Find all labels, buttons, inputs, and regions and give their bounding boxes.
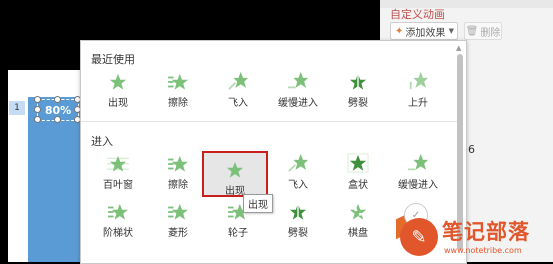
pane-title: 自定义动画: [390, 8, 445, 21]
effect-tooltip: 出现: [243, 194, 273, 213]
effect-enter-blinds[interactable]: 百叶窗: [89, 151, 147, 193]
effect-label: 擦除: [168, 180, 188, 191]
effect-recent-wipe[interactable]: 擦除: [149, 69, 207, 111]
effect-label: 菱形: [168, 228, 188, 239]
animation-list-number: 6: [468, 143, 475, 156]
star-fly-in-icon: [209, 69, 267, 91]
delete-icon: 🗑: [465, 25, 479, 37]
effect-label: 阶梯状: [103, 228, 133, 239]
effect-enter-split[interactable]: 劈裂: [269, 199, 327, 241]
effect-recent-crawl-in[interactable]: 缓慢进入: [269, 69, 327, 111]
star-diamond-icon: [149, 199, 207, 221]
effect-label: 轮子: [228, 228, 248, 239]
resize-handle[interactable]: [54, 96, 61, 103]
watermark-text: 笔记部落: [442, 220, 530, 244]
watermark: ✎ 笔记部落 www.notetribe.com: [400, 214, 553, 262]
resize-handle[interactable]: [54, 116, 61, 123]
add-effect-icon: ✦: [395, 25, 404, 37]
effect-label: 飞入: [288, 180, 308, 191]
scroll-up-icon[interactable]: ▲: [456, 44, 461, 52]
effect-label: 盒状: [348, 180, 368, 191]
add-effect-button[interactable]: ✦ 添加效果 ▼: [390, 22, 458, 40]
pen-logo-icon: ✎: [400, 218, 438, 256]
effect-label: 上升: [408, 98, 428, 109]
effect-label: 缓慢进入: [398, 180, 438, 191]
slide-number: 1: [9, 101, 25, 115]
recent-section-title: 最近使用: [91, 53, 135, 66]
star-appear-icon: [89, 69, 147, 91]
section-divider: [81, 121, 459, 122]
effect-enter-stairs[interactable]: 阶梯状: [89, 199, 147, 241]
effect-recent-appear[interactable]: 出现: [89, 69, 147, 111]
effect-label: 棋盘: [348, 228, 368, 239]
effect-enter-diamond[interactable]: 菱形: [149, 199, 207, 241]
star-stairs-icon: [89, 199, 147, 221]
effect-recent-split[interactable]: 劈裂: [329, 69, 387, 111]
rotate-handle-icon[interactable]: ⟳: [52, 73, 60, 84]
star-wipe-icon: [149, 69, 207, 91]
add-effect-label: 添加效果: [405, 27, 446, 39]
delete-button[interactable]: 🗑 删除: [464, 22, 502, 40]
effect-label: 百叶窗: [103, 180, 133, 191]
watermark-url: www.notetribe.com: [444, 246, 522, 255]
effect-enter-box[interactable]: 盒状: [329, 151, 387, 193]
chevron-down-icon[interactable]: ▼: [449, 27, 454, 35]
star-ascend-icon: [389, 69, 447, 91]
star-crawl-in-icon: [389, 151, 447, 173]
star-wipe-icon: [149, 151, 207, 173]
effect-label: 出现: [108, 98, 128, 109]
effect-label: 擦除: [168, 98, 188, 109]
slide-thumbnail-top: [26, 42, 86, 64]
effect-label: 飞入: [228, 98, 248, 109]
effect-label: 劈裂: [348, 98, 368, 109]
resize-handle[interactable]: [34, 116, 41, 123]
effect-label: 缓慢进入: [278, 98, 318, 109]
effect-enter-crawl-in[interactable]: 缓慢进入: [389, 151, 447, 193]
star-fly-in-icon: [269, 151, 327, 173]
effect-enter-fly-in[interactable]: 飞入: [269, 151, 327, 193]
enter-section-title: 进入: [91, 135, 113, 148]
effect-recent-ascend[interactable]: 上升: [389, 69, 447, 111]
effect-enter-wipe[interactable]: 擦除: [149, 151, 207, 193]
star-appear-icon: [204, 157, 266, 179]
effect-enter-checkerboard[interactable]: 棋盘: [329, 199, 387, 241]
star-blinds-icon: [89, 151, 147, 173]
effect-label: 劈裂: [288, 228, 308, 239]
star-box-icon: [329, 151, 387, 173]
delete-label: 删除: [480, 27, 501, 39]
effect-enter-appear-selected[interactable]: 出现: [202, 151, 268, 197]
star-split-icon: [269, 199, 327, 221]
effect-recent-fly-in[interactable]: 飞入: [209, 69, 267, 111]
star-crawl-in-icon: [269, 69, 327, 91]
resize-handle[interactable]: [34, 106, 41, 113]
resize-handle[interactable]: [34, 96, 41, 103]
star-split-icon: [329, 69, 387, 91]
star-checkerboard-icon: [329, 199, 387, 221]
